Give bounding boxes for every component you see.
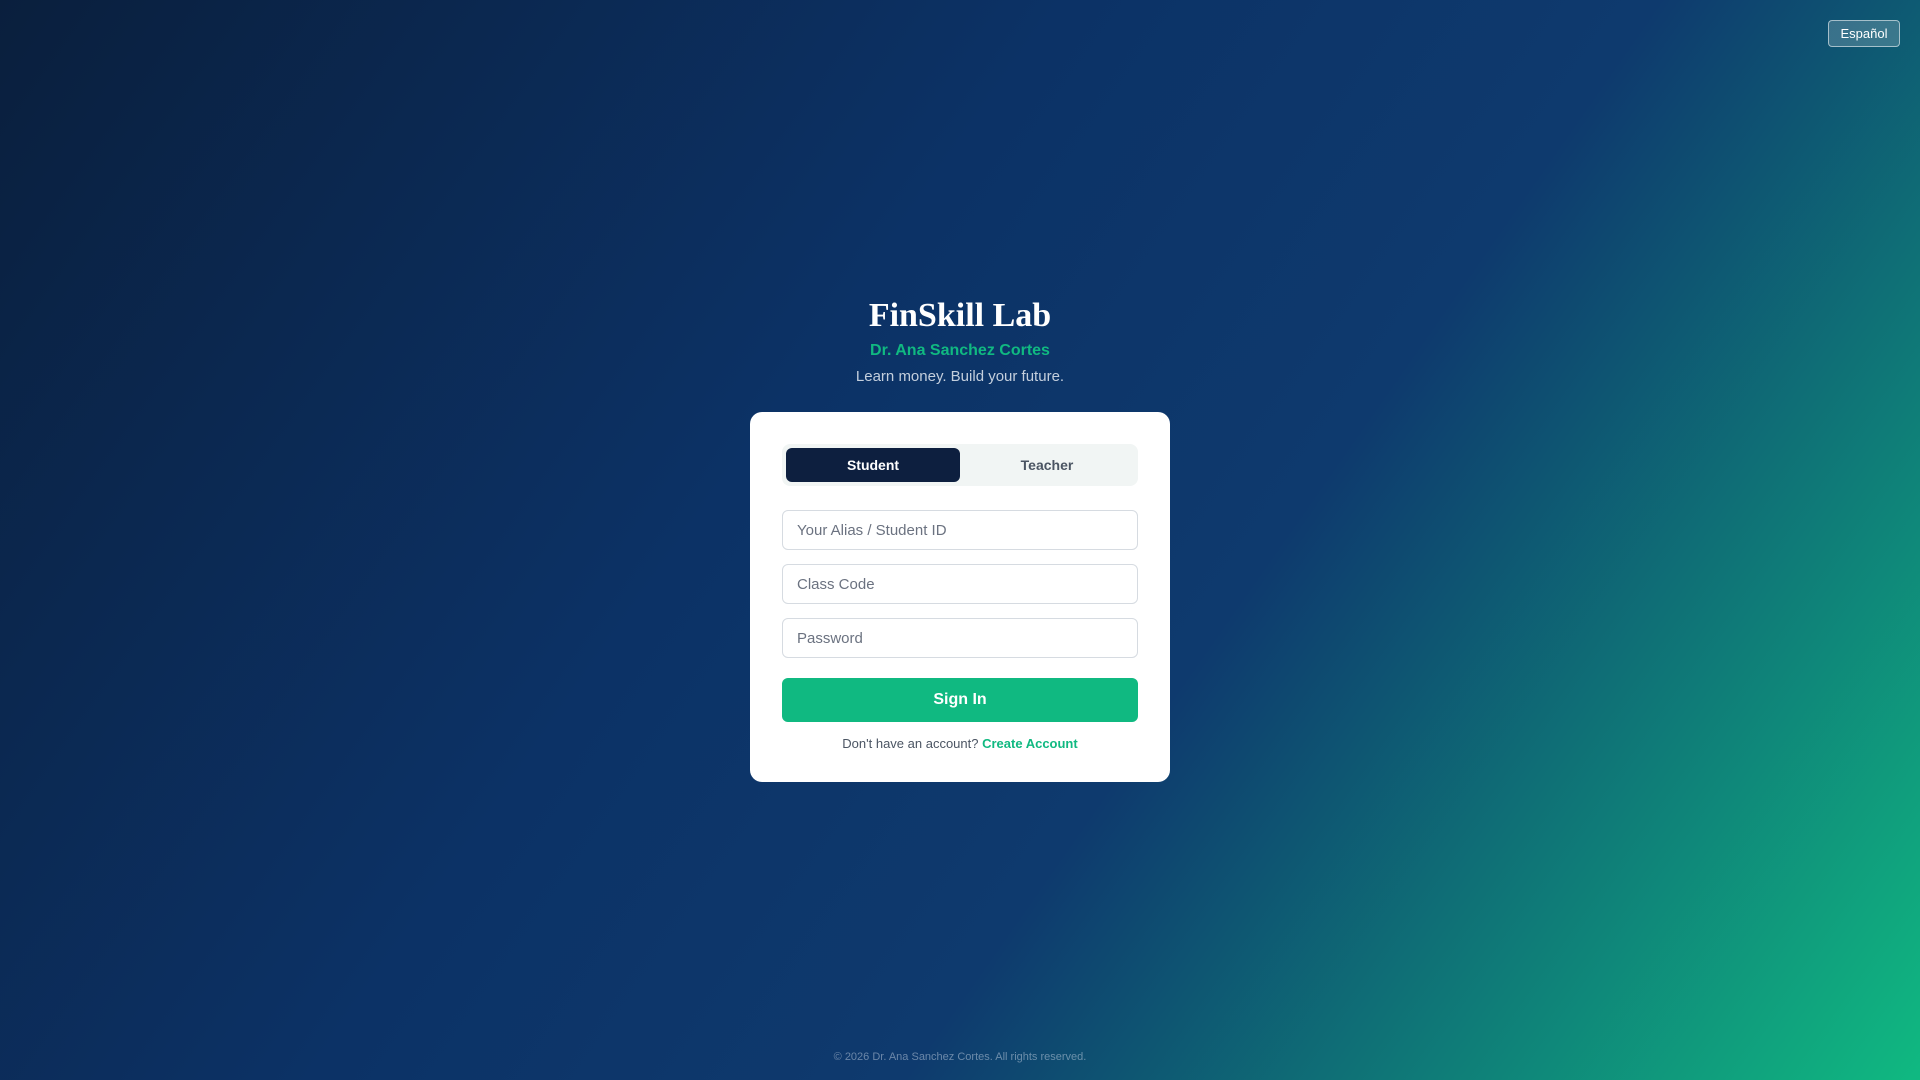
sign-in-button[interactable]: Sign In xyxy=(782,678,1138,722)
password-input[interactable] xyxy=(782,618,1138,658)
tab-student[interactable]: Student xyxy=(786,448,960,482)
tagline: Learn money. Build your future. xyxy=(855,368,1065,385)
create-account-prompt: Don't have an account? Create Account xyxy=(782,736,1138,751)
create-account-link[interactable]: Create Account xyxy=(982,736,1078,751)
role-toggle: Student Teacher xyxy=(782,444,1138,486)
alias-input[interactable] xyxy=(782,510,1138,550)
class-code-input[interactable] xyxy=(782,564,1138,604)
author-subtitle: Dr. Ana Sanchez Cortes xyxy=(870,342,1050,359)
account-prompt-text: Don't have an account? xyxy=(842,736,979,751)
footer-copyright: © 2026 Dr. Ana Sanchez Cortes. All right… xyxy=(833,1051,1087,1063)
login-card: Student Teacher Sign In Don't have an ac… xyxy=(750,412,1170,782)
app-title: FinSkill Lab xyxy=(868,297,1052,334)
tab-teacher[interactable]: Teacher xyxy=(960,448,1134,482)
brand-header: FinSkill Lab Dr. Ana Sanchez Cortes Lear… xyxy=(0,296,1920,386)
language-toggle-button[interactable]: Español xyxy=(1828,20,1900,47)
